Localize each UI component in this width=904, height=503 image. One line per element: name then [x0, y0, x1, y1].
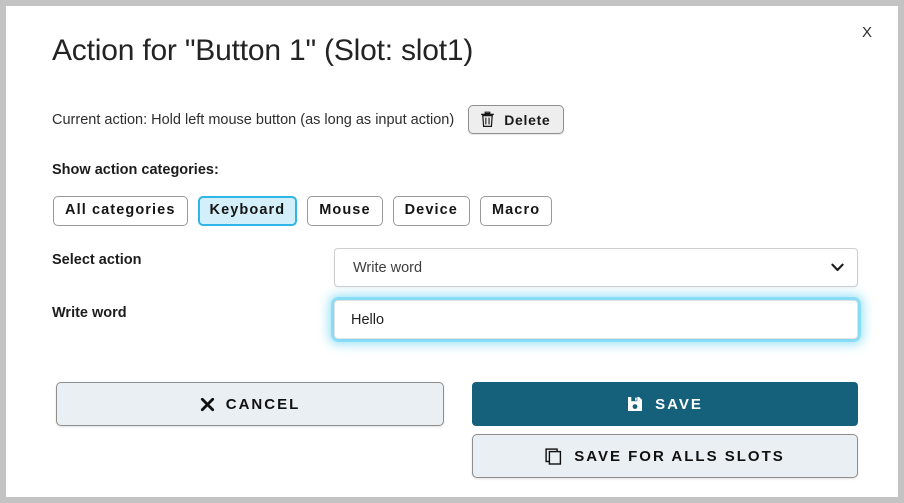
delete-button[interactable]: Delete — [468, 105, 565, 134]
current-action-text: Current action: Hold left mouse button (… — [52, 111, 455, 128]
category-button-group: All categories Keyboard Mouse Device Mac… — [53, 196, 553, 226]
category-button-mouse[interactable]: Mouse — [307, 196, 383, 226]
trash-icon — [480, 111, 495, 128]
close-x-icon — [200, 397, 215, 412]
save-button[interactable]: SAVE — [472, 382, 858, 426]
write-word-label: Write word — [52, 305, 127, 321]
current-action-row: Current action: Hold left mouse button (… — [52, 105, 565, 134]
category-button-macro[interactable]: Macro — [479, 196, 553, 226]
page-title: Action for "Button 1" (Slot: slot1) — [52, 34, 474, 67]
select-action-wrapper: Write word — [334, 248, 858, 287]
category-button-device[interactable]: Device — [392, 196, 470, 226]
save-for-all-slots-button[interactable]: SAVE FOR ALLS SLOTS — [472, 434, 858, 478]
action-dialog: X Action for "Button 1" (Slot: slot1) Cu… — [0, 0, 904, 503]
save-button-label: SAVE — [655, 395, 703, 413]
delete-button-label: Delete — [504, 111, 551, 128]
select-action-label: Select action — [52, 252, 142, 268]
save-for-all-slots-label: SAVE FOR ALLS SLOTS — [574, 447, 785, 465]
select-action-dropdown[interactable]: Write word — [334, 248, 858, 287]
cancel-button[interactable]: CANCEL — [56, 382, 444, 426]
copy-icon — [545, 447, 562, 465]
category-button-keyboard[interactable]: Keyboard — [197, 196, 298, 226]
close-icon[interactable]: X — [854, 20, 880, 46]
categories-heading: Show action categories: — [52, 162, 219, 178]
cancel-button-label: CANCEL — [225, 395, 301, 413]
write-word-wrapper — [334, 300, 858, 339]
floppy-save-icon — [627, 396, 643, 412]
write-word-input[interactable] — [334, 300, 858, 339]
category-button-all-categories[interactable]: All categories — [53, 196, 188, 226]
